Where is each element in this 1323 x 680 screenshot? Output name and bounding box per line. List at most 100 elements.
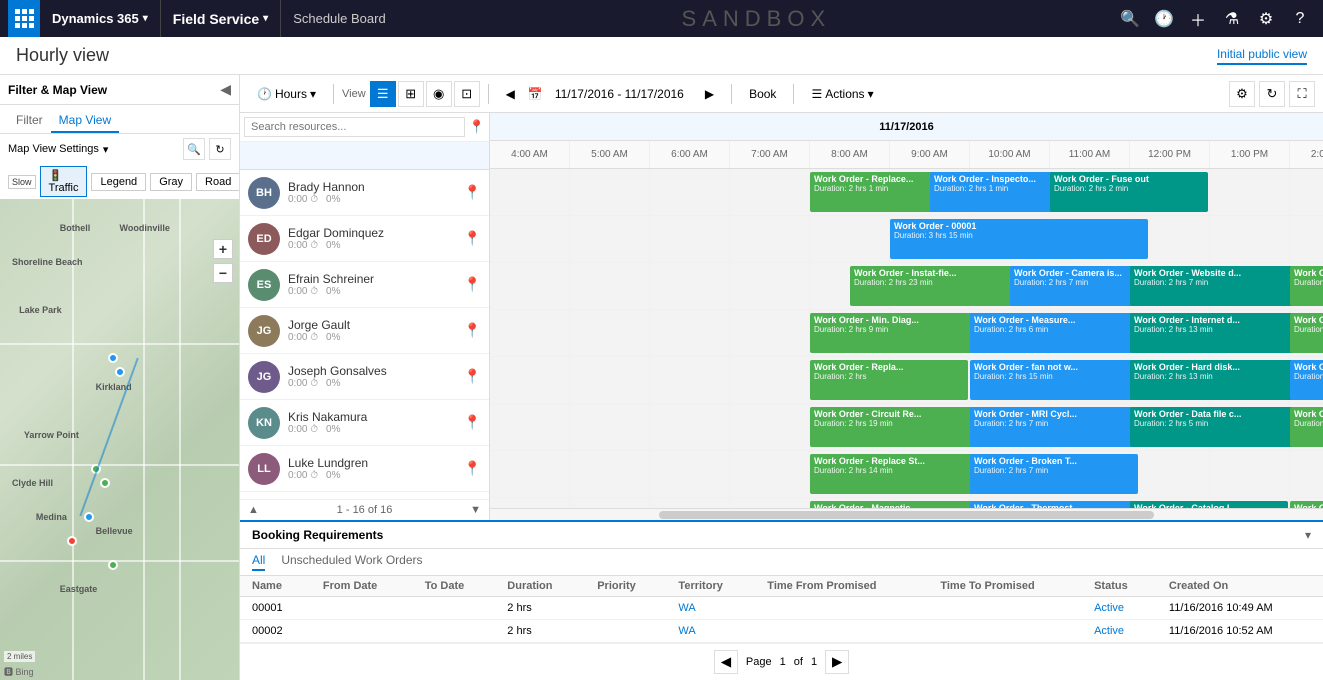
horizontal-scrollbar[interactable] [490,508,1323,520]
event-block[interactable]: Work Order - Measure... Duration: 2 hrs … [970,313,1136,353]
content-area: Filter & Map View ◀ Filter Map View Map … [0,75,1323,680]
waffle-menu[interactable] [8,0,40,37]
settings-icon-button[interactable]: ⚙ [1229,81,1255,107]
status-link[interactable]: Active [1094,602,1124,614]
map-refresh-icon[interactable]: ↻ [209,138,231,160]
event-block[interactable]: Work Order - Website d... Duration: 2 hr… [1130,266,1296,306]
prev-page-button[interactable]: ◀ [714,650,738,674]
event-block[interactable]: Work Order - Hard disk... Duration: 2 hr… [1130,360,1304,400]
resource-pin-icon[interactable]: 📍 [464,184,481,201]
initial-view-label[interactable]: Initial public view [1217,47,1307,65]
map-label-city6: Yarrow Point [24,430,79,440]
fullscreen-icon-button[interactable]: ⛶ [1289,81,1315,107]
event-block[interactable]: Work Order - Heating fi... Duration: 2 h… [1290,501,1323,508]
resource-pin-icon[interactable]: 📍 [464,276,481,293]
event-block[interactable]: Work Order - Catalog L... Duration: 2 hr… [1130,501,1288,508]
event-title: Work Order - Thermost... [974,503,1136,508]
status-link[interactable]: Active [1094,625,1124,637]
dynamics-nav[interactable]: Dynamics 365 ▾ [40,0,161,37]
traffic-button[interactable]: 🚦 Traffic [40,166,88,197]
event-title: Work Order - Light bulbs [1294,362,1323,372]
event-block[interactable]: Work Order - Internet d... Duration: 2 h… [1130,313,1304,353]
event-block[interactable]: Work Order - Circuit Re... Duration: 2 h… [810,407,994,447]
time-cells: Work Order - Magnetic... Duration: 2 hrs… [490,498,1323,508]
event-block[interactable]: Work Order - Min. Diag... Duration: 2 hr… [810,313,980,353]
event-block[interactable]: Work Order - Thermost... Duration: 2 hrs… [970,501,1140,508]
fieldservice-nav[interactable]: Field Service ▾ [161,0,281,37]
resource-pin-icon[interactable]: 📍 [464,414,481,431]
map-type-buttons: Slow 🚦 Traffic Legend Gray Road [0,164,239,199]
map-zoom-out-button[interactable]: − [213,263,233,283]
search-resources-input[interactable] [244,117,465,137]
event-title: Work Order - Magnetic... [814,503,980,508]
calendar-row: Work Order - Replace St... Duration: 2 h… [490,451,1323,498]
list-view-button[interactable]: ☰ [370,81,396,107]
event-block[interactable]: Work Order - MRI Cycl... Duration: 2 hrs… [970,407,1138,447]
resource-pin-icon[interactable]: 📍 [464,460,481,477]
event-block[interactable]: Work Order - Water sup... Duration: 2 hr… [1290,266,1323,306]
refresh-icon-button[interactable]: ↻ [1259,81,1285,107]
event-block[interactable]: Work Order - fan not w... Duration: 2 hr… [970,360,1148,400]
time-cell [650,263,730,309]
event-duration: Duration: 2 hrs 23 min [854,278,1034,287]
event-block[interactable]: Work Order - Data file c... Duration: 2 … [1130,407,1294,447]
pagination-next-icon[interactable]: ▼ [470,504,481,516]
tab-map-view[interactable]: Map View [51,109,119,133]
time-cell [570,216,650,262]
tab-filter[interactable]: Filter [8,109,51,133]
book-button[interactable]: Book [740,83,785,105]
grid-view-button[interactable]: ⊞ [398,81,424,107]
actions-icon: ☰ [811,87,822,101]
table-column-header: Duration [495,576,585,597]
filter-nav-icon[interactable]: ⚗ [1217,4,1247,34]
table-column-header: From Date [311,576,413,597]
time-cell [570,451,650,497]
actions-button[interactable]: ☰ Actions ▾ [802,83,882,105]
event-title: Work Order - Hard disk... [1134,362,1300,372]
map-view-button[interactable]: ◉ [426,81,452,107]
table-cell [413,620,496,643]
territory-link[interactable]: WA [678,602,695,614]
map-search-icon[interactable]: 🔍 [183,138,205,160]
event-block[interactable]: Work Order - Broken T... Duration: 2 hrs… [970,454,1138,494]
add-nav-icon[interactable]: ＋ [1183,4,1213,34]
next-page-button[interactable]: ▶ [825,650,849,674]
resource-name: Efrain Schreiner [288,272,460,286]
map-zoom-in-button[interactable]: + [213,239,233,259]
event-block[interactable]: Work Order - Magnetic... Duration: 2 hrs… [810,501,984,508]
resource-pin-icon[interactable]: 📍 [464,368,481,385]
event-title: Work Order - Water sup... [1294,268,1323,278]
territory-link[interactable]: WA [678,625,695,637]
next-date-button[interactable]: ▶ [696,83,723,105]
event-block[interactable]: Work Order - Water pr... Duration: 2 hrs [1290,407,1323,447]
booking-req-collapse[interactable]: ▾ [1305,528,1311,542]
resource-pin-icon[interactable]: 📍 [464,322,481,339]
prev-date-button[interactable]: ◀ [497,83,524,105]
time-cells: Work Order - Circuit Re... Duration: 2 h… [490,404,1323,450]
pagination-prev-icon[interactable]: ▲ [248,504,259,516]
event-block[interactable]: Work Order - Flame sha... Duration: 2 hr… [1290,313,1323,353]
event-block[interactable]: Work Order - Replace St... Duration: 2 h… [810,454,986,494]
legend-button[interactable]: Legend [91,173,146,191]
tab-unscheduled[interactable]: Unscheduled Work Orders [281,553,422,571]
resource-pin-icon[interactable]: 📍 [464,230,481,247]
time-cell [490,263,570,309]
tab-all[interactable]: All [252,553,265,571]
road-button[interactable]: Road [196,173,240,191]
event-block[interactable]: Work Order - 00001 Duration: 3 hrs 15 mi… [890,219,1148,259]
event-block[interactable]: Work Order - Fuse out Duration: 2 hrs 2 … [1050,172,1208,212]
event-block[interactable]: Work Order - Light bulbs Duration: 2 hrs… [1290,360,1323,400]
time-slot-header: 9:00 AM [890,141,970,168]
event-block[interactable]: Work Order - Repla... Duration: 2 hrs [810,360,968,400]
settings-nav-icon[interactable]: ⚙ [1251,4,1281,34]
timeline-view-button[interactable]: ⊡ [454,81,480,107]
search-nav-icon[interactable]: 🔍 [1115,4,1145,34]
collapse-panel-button[interactable]: ◀ [220,81,231,98]
help-nav-icon[interactable]: ? [1285,4,1315,34]
sep1 [333,84,334,104]
history-icon[interactable]: 🕐 [1149,4,1179,34]
hours-button[interactable]: 🕐 Hours ▾ [248,83,325,105]
gray-button[interactable]: Gray [150,173,192,191]
event-title: Work Order - Flame sha... [1294,315,1323,325]
time-cells: Work Order - Replace... Duration: 2 hrs … [490,169,1323,215]
